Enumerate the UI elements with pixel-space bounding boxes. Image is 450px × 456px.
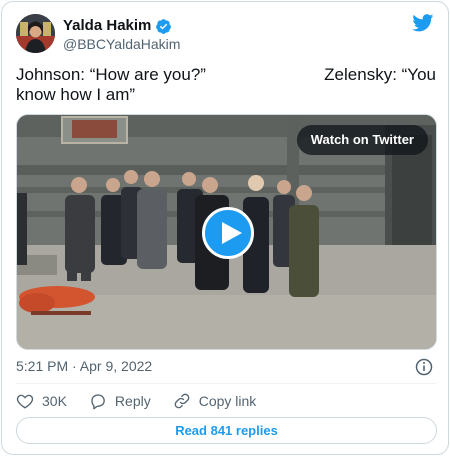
verified-badge-icon — [156, 18, 172, 34]
play-button[interactable] — [202, 207, 254, 259]
tweet-text-part: know how I am” — [16, 85, 136, 104]
author-display-name[interactable]: Yalda Hakim — [63, 17, 172, 35]
link-icon — [174, 393, 190, 409]
tweet-timestamp[interactable]: 5:21 PM · Apr 9, 2022 — [16, 358, 152, 375]
copy-link-button[interactable]: Copy link — [173, 391, 257, 411]
tweet-card: Yalda Hakim @BBCYaldaHakim Johnson: “How… — [1, 1, 449, 455]
tweet-actions: 30K Reply Copy link — [16, 391, 278, 411]
author-handle[interactable]: @BBCYaldaHakim — [63, 36, 180, 53]
read-replies-button[interactable]: Read 841 replies — [16, 417, 437, 444]
info-icon[interactable] — [415, 358, 433, 376]
reply-icon — [91, 394, 105, 410]
tweet-text: Johnson: “How are you?” Zelensky: “You k… — [16, 65, 436, 105]
divider — [16, 383, 436, 384]
tweet-text-part: Zelensky: “You — [324, 65, 436, 84]
twitter-bird-icon[interactable] — [412, 14, 434, 32]
video-player[interactable]: Watch on Twitter — [16, 114, 437, 350]
author-avatar[interactable] — [16, 14, 55, 53]
reply-button[interactable]: Reply — [89, 391, 151, 411]
play-icon — [222, 222, 242, 244]
watch-on-twitter-button[interactable]: Watch on Twitter — [296, 125, 428, 155]
like-count: 30K — [42, 393, 67, 409]
like-button[interactable]: 30K — [16, 391, 67, 411]
reply-label: Reply — [114, 393, 151, 409]
author-name-text[interactable]: Yalda Hakim — [63, 17, 151, 35]
copy-link-label: Copy link — [198, 393, 257, 409]
heart-icon — [16, 394, 34, 409]
tweet-text-part: Johnson: “How are you?” — [16, 65, 206, 84]
